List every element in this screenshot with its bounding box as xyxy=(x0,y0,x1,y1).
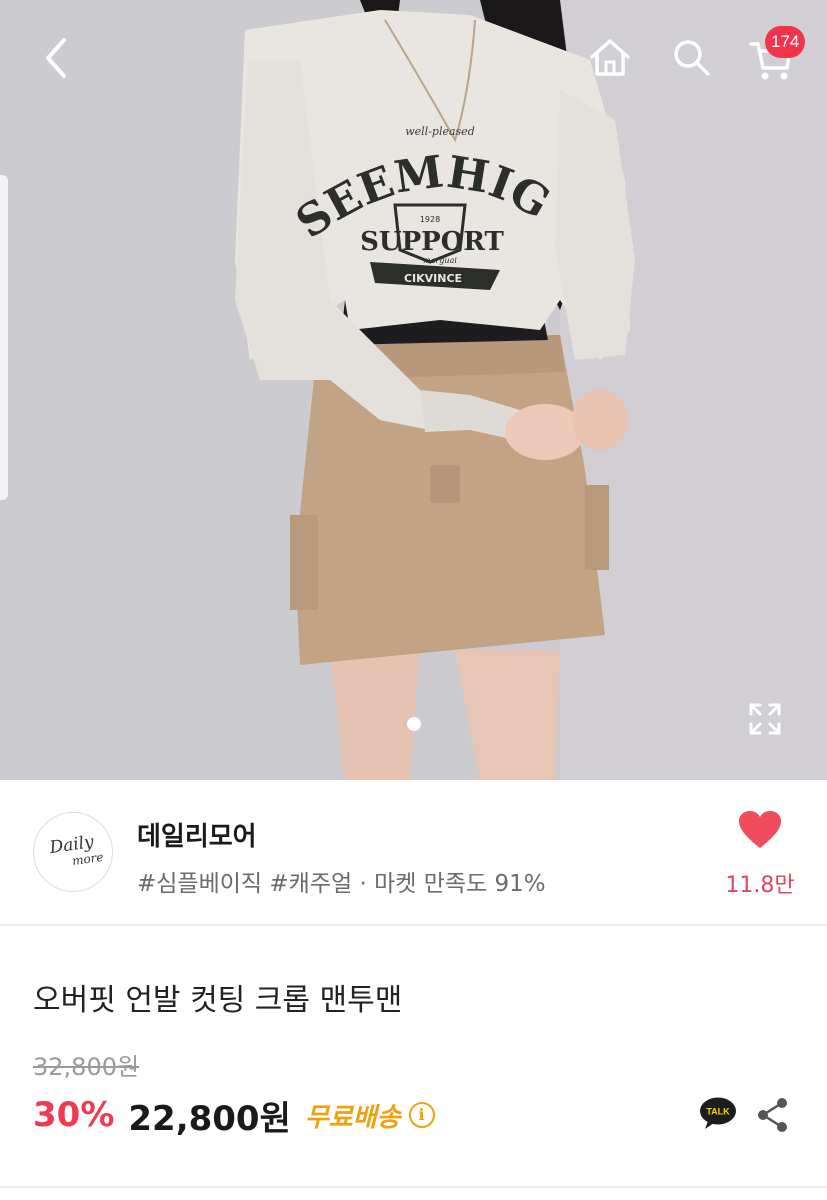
talk-label: TALK xyxy=(706,1107,730,1117)
search-button[interactable] xyxy=(668,34,714,80)
section-divider xyxy=(0,1186,827,1188)
shop-logo[interactable]: Daily more xyxy=(33,812,113,892)
expand-image-button[interactable] xyxy=(744,698,786,740)
print-sub-text: marguai xyxy=(423,256,457,265)
home-button[interactable] xyxy=(585,34,635,80)
product-title: 오버핏 언발 컷팅 크롭 맨투맨 xyxy=(33,983,403,1018)
kakao-talk-share-button[interactable]: TALK xyxy=(698,1096,738,1136)
print-year: 1928 xyxy=(420,215,440,224)
home-icon xyxy=(590,39,630,76)
kakao-talk-icon: TALK xyxy=(700,1097,736,1129)
side-edge-tab[interactable] xyxy=(0,175,8,500)
like-button[interactable] xyxy=(738,810,782,854)
cart-count-badge: 174 xyxy=(765,26,806,58)
discount-rate: 30% xyxy=(33,1095,115,1135)
shop-name[interactable]: 데일리모어 xyxy=(137,816,257,853)
info-icon[interactable]: i xyxy=(408,1102,435,1128)
share-button[interactable] xyxy=(757,1097,789,1137)
product-image-carousel[interactable]: well-pleased SEEMHIGHLY 1928 SUPPORT mar… xyxy=(0,0,827,780)
print-small-text: well-pleased xyxy=(405,125,475,138)
expand-icon xyxy=(749,703,781,735)
product-photo: well-pleased SEEMHIGHLY 1928 SUPPORT mar… xyxy=(0,0,827,780)
sale-price: 22,800원 xyxy=(128,1098,291,1139)
print-banner-text: CIKVINCE xyxy=(404,272,462,285)
free-shipping-label: 무료배송 xyxy=(304,1102,401,1133)
like-count: 11.8만 xyxy=(725,873,795,898)
back-button[interactable] xyxy=(34,34,78,82)
carousel-page-indicator xyxy=(407,717,421,731)
print-main-text: SUPPORT xyxy=(360,227,504,257)
shop-info-section: Daily more 데일리모어 #심플베이직 #캐주얼 · 마켓 만족도 91… xyxy=(0,780,827,926)
heart-icon xyxy=(739,811,781,848)
original-price: 32,800원 xyxy=(33,1053,140,1081)
chevron-left-icon xyxy=(46,38,66,78)
share-icon xyxy=(758,1098,787,1132)
shop-tags: #심플베이직 #캐주얼 · 마켓 만족도 91% xyxy=(137,871,546,897)
search-icon xyxy=(674,40,710,76)
price-row: 30% 22,800원 무료배송 i xyxy=(33,1093,435,1139)
